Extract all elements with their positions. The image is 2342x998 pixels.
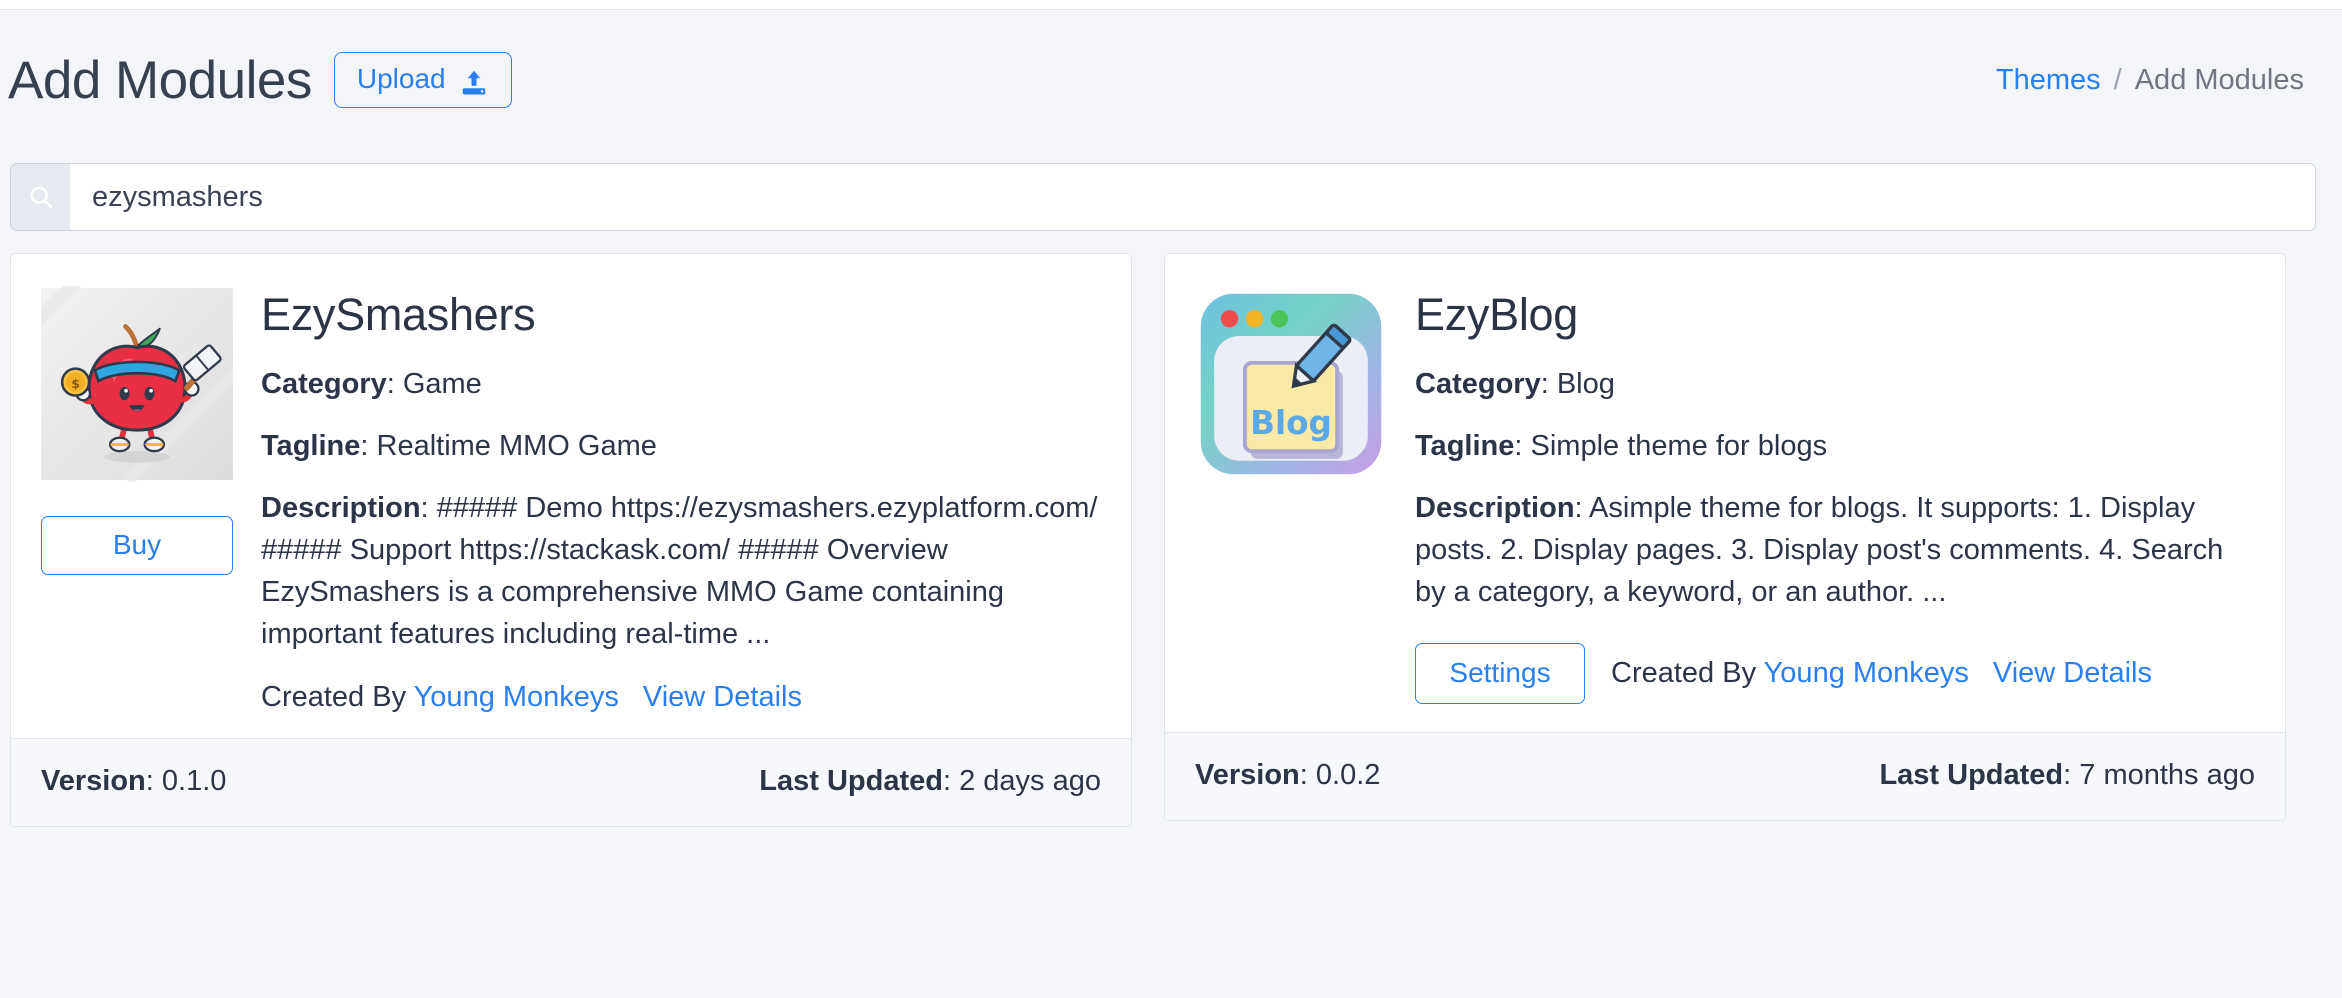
card-left-column: Blog (1195, 286, 1387, 704)
upload-button[interactable]: Upload (333, 52, 512, 108)
module-title: EzySmashers (261, 289, 536, 340)
card-body: Blog EzyBlog Category: Blog Tagline: Sim… (1165, 254, 2285, 732)
card-main-column: EzySmashers Category: Game Tagline: Real… (261, 286, 1101, 714)
module-card-ezysmashers: $ Buy EzySmashers Category: Game Tagline… (10, 253, 1132, 828)
module-tagline: Tagline: Simple theme for blogs (1415, 425, 2255, 467)
buy-button[interactable]: Buy (41, 516, 233, 575)
category-value: Game (402, 368, 482, 400)
colon: : (1299, 759, 1316, 792)
created-by-group: Created By Young Monkeys (261, 681, 619, 714)
module-title: EzyBlog (1415, 289, 1578, 340)
created-by-label: Created By (261, 681, 407, 714)
last-updated-value: 2 days ago (959, 765, 1101, 798)
colon: : (1514, 430, 1531, 463)
title-group: Add Modules Upload (8, 50, 512, 111)
colon: : (145, 765, 162, 798)
version-value: 0.0.2 (1315, 759, 1381, 792)
inline-action-row: Settings Created By Young Monkeys View D… (1415, 643, 2255, 705)
version-label: Version (41, 765, 146, 798)
version-label: Version (1195, 759, 1300, 792)
version-group: Version: 0.1.0 (41, 765, 226, 798)
version-value: 0.1.0 (161, 765, 227, 798)
search-input[interactable] (70, 163, 2316, 231)
breadcrumb: Themes / Add Modules (1996, 64, 2304, 97)
category-value: Blog (1556, 368, 1615, 400)
module-card-ezyblog: Blog EzyBlog Category: Blog Tagline: Sim… (1164, 253, 2286, 822)
upload-icon (459, 67, 489, 97)
search-icon-button[interactable] (10, 163, 70, 231)
top-edge-strip (0, 0, 2342, 10)
module-category: Category: Game (261, 363, 1101, 405)
author-row: Created By Young Monkeys View Details (1611, 657, 2152, 690)
settings-button[interactable]: Settings (1415, 643, 1585, 705)
module-description: Description: ##### Demo https://ezysmash… (261, 487, 1101, 655)
modules-list: $ Buy EzySmashers Category: Game Tagline… (10, 253, 2334, 993)
created-by-group: Created By Young Monkeys (1611, 657, 1969, 690)
view-details-link[interactable]: View Details (643, 681, 802, 714)
author-link[interactable]: Young Monkeys (414, 681, 619, 713)
last-updated-group: Last Updated: 2 days ago (759, 765, 1101, 798)
category-label: Category (1415, 368, 1541, 400)
page-header: Add Modules Upload Themes / Add Modules (0, 10, 2342, 150)
colon: : (360, 430, 377, 463)
card-body: $ Buy EzySmashers Category: Game Tagline… (11, 254, 1131, 738)
blog-window-thumbnail: Blog (1195, 286, 1387, 482)
tagline-value: Realtime MMO Game (376, 430, 657, 463)
description-label: Description (261, 492, 421, 525)
description-label: Description (1415, 492, 1575, 525)
search-icon (27, 183, 55, 211)
colon: : (942, 765, 960, 798)
colon: : (2063, 759, 2080, 792)
module-tagline: Tagline: Realtime MMO Game (261, 425, 1101, 467)
module-description: Description: Asimple theme for blogs. It… (1415, 487, 2255, 613)
card-left-column: $ Buy (41, 286, 233, 714)
colon: : (1540, 368, 1557, 400)
breadcrumb-link-themes[interactable]: Themes (1996, 64, 2101, 97)
upload-button-label: Upload (356, 63, 446, 94)
last-updated-value: 7 months ago (2079, 759, 2255, 792)
card-footer: Version: 0.0.2 Last Updated: 7 months ag… (1165, 732, 2285, 821)
card-footer: Version: 0.1.0 Last Updated: 2 days ago (11, 738, 1131, 827)
last-updated-group: Last Updated: 7 months ago (1879, 759, 2255, 792)
breadcrumb-separator: / (2113, 63, 2122, 96)
svg-text:$: $ (71, 376, 80, 391)
colon: : (386, 368, 403, 400)
author-link[interactable]: Young Monkeys (1764, 657, 1969, 689)
category-label: Category (261, 368, 387, 400)
version-group: Version: 0.0.2 (1195, 759, 1380, 792)
tagline-label: Tagline (1415, 430, 1515, 463)
search-bar (10, 163, 2316, 231)
card-main-column: EzyBlog Category: Blog Tagline: Simple t… (1415, 286, 2255, 705)
colon: : (420, 492, 437, 525)
last-updated-label: Last Updated (1879, 759, 2064, 792)
tagline-value: Simple theme for blogs (1530, 430, 1828, 463)
svg-text:Blog: Blog (1250, 404, 1332, 442)
colon: : (1574, 492, 1590, 525)
apple-mascot-thumbnail: $ (41, 286, 233, 482)
breadcrumb-current: Add Modules (2134, 63, 2304, 96)
module-category: Category: Blog (1415, 363, 2255, 405)
created-by-label: Created By (1611, 657, 1757, 690)
last-updated-label: Last Updated (759, 765, 943, 798)
view-details-link[interactable]: View Details (1993, 657, 2152, 690)
author-row: Created By Young Monkeys View Details (261, 681, 1101, 714)
tagline-label: Tagline (261, 430, 361, 463)
page-title: Add Modules (8, 50, 312, 110)
